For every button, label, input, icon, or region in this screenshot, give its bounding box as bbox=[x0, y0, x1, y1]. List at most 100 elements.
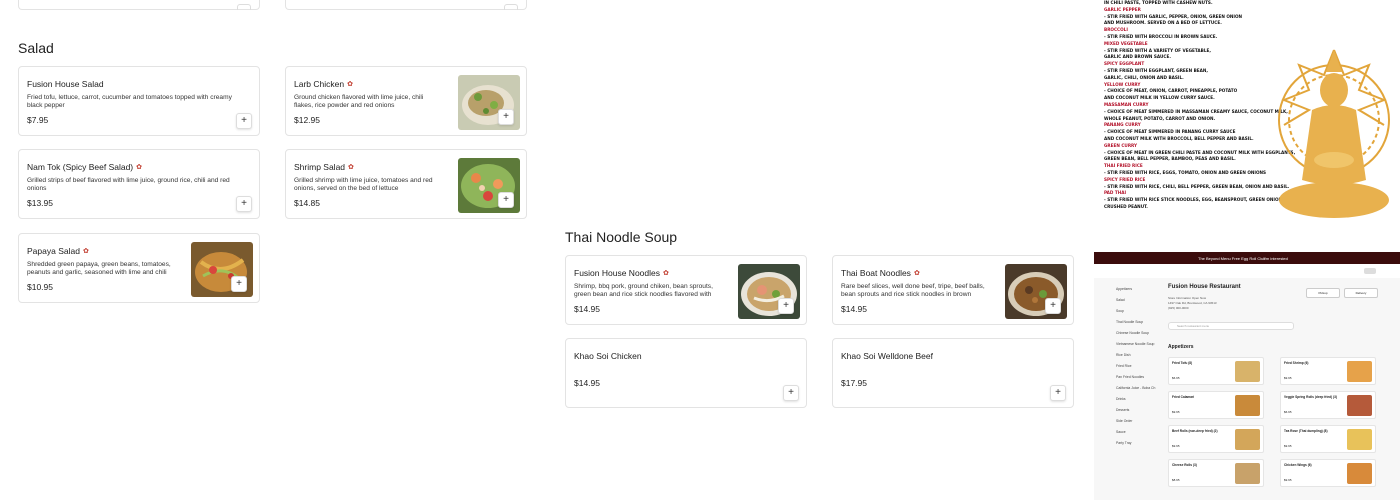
mini-sidebar-item[interactable]: California Juice - Boba Ch bbox=[1116, 383, 1162, 394]
chili-pepper-icon: ✿ bbox=[347, 81, 353, 88]
promo-banner-text: The Beyond Menu Free Egg Roll Club bbox=[1198, 256, 1266, 261]
menu-item-card[interactable]: Nam Tok (Spicy Beef Salad) ✿ Grilled stri… bbox=[18, 149, 260, 219]
previous-item-card bbox=[18, 0, 260, 10]
mini-sidebar-item[interactable]: Sauce bbox=[1116, 427, 1162, 438]
mini-card-title: Beef Rolls (non-deep fried) (2) bbox=[1172, 429, 1218, 433]
poster-line: IN CHILI PASTE, TOPPED WITH CASHEW NUTS. bbox=[1104, 0, 1213, 5]
mini-card-title: Fried Calamari bbox=[1172, 395, 1195, 399]
mini-sidebar-item[interactable]: Soup bbox=[1116, 306, 1162, 317]
mini-card-price: $9.95 bbox=[1284, 376, 1292, 380]
mini-sidebar-item[interactable]: Fried Rice bbox=[1116, 361, 1162, 372]
item-price: $7.95 bbox=[27, 115, 49, 125]
menu-item-card[interactable]: Papaya Salad ✿ Shredded green papaya, gre… bbox=[18, 233, 260, 303]
add-button-stub[interactable] bbox=[504, 4, 518, 10]
mini-menu-card[interactable]: Fried Calamari $9.95 bbox=[1168, 391, 1264, 419]
add-to-cart-button[interactable]: + bbox=[778, 298, 794, 314]
menu-item-card[interactable]: Khao Soi Chicken $14.95 + bbox=[565, 338, 807, 408]
item-price: $12.95 bbox=[294, 115, 320, 125]
mini-search-input[interactable]: Search restaurant menu bbox=[1168, 322, 1294, 330]
promo-banner[interactable]: The Beyond Menu Free Egg Roll Club I'm i… bbox=[1094, 252, 1400, 264]
item-description: Ground chicken flavored with lime juice,… bbox=[294, 94, 424, 109]
item-name: Larb Chicken ✿ bbox=[294, 79, 353, 89]
add-to-cart-button[interactable]: + bbox=[236, 113, 252, 129]
mini-restaurant-title: Fusion House Restaurant bbox=[1168, 284, 1241, 290]
mini-sidebar-item[interactable]: Appetizers bbox=[1116, 284, 1162, 295]
item-name: Thai Boat Noodles ✿ bbox=[841, 268, 920, 278]
add-to-cart-button[interactable]: + bbox=[236, 196, 252, 212]
menu-item-card[interactable]: Fusion House Salad Fried tofu, lettuce, … bbox=[18, 66, 260, 136]
item-price: $14.85 bbox=[294, 198, 320, 208]
mini-card-photo bbox=[1347, 361, 1372, 382]
mini-sidebar-item[interactable]: Rice Dish bbox=[1116, 350, 1162, 361]
mini-menu-card[interactable]: Tea Rose (Thai dumpling) (8) $9.95 bbox=[1280, 425, 1376, 453]
item-name: Khao Soi Welldone Beef bbox=[841, 351, 933, 361]
mini-menu-card[interactable]: Fried Shrimp (6) $9.95 bbox=[1280, 357, 1376, 385]
item-price: $14.95 bbox=[574, 378, 600, 388]
mini-card-price: $9.95 bbox=[1172, 410, 1180, 414]
poster-line: GARLIC PEPPER bbox=[1104, 6, 1141, 12]
chili-pepper-icon: ✿ bbox=[82, 248, 89, 255]
mini-menu-card[interactable]: Fried Tofu (8) $6.95 bbox=[1168, 357, 1264, 385]
menu-item-card[interactable]: Larb Chicken ✿ Ground chicken flavored wi… bbox=[285, 66, 527, 136]
menu-item-card[interactable]: Fusion House Noodles ✿ Shrimp, bbq pork, … bbox=[565, 255, 807, 325]
item-name: Papaya Salad ✿ bbox=[27, 246, 89, 256]
mini-sidebar-item[interactable]: Thai Noodle Soup bbox=[1116, 317, 1162, 328]
mini-sidebar-item[interactable]: Chinese Noodle Soup bbox=[1116, 328, 1162, 339]
mini-menu-card[interactable]: Cheese Rolls (3) $8.95 bbox=[1168, 459, 1264, 487]
item-price: $14.95 bbox=[574, 304, 600, 314]
chili-pepper-icon: ✿ bbox=[913, 270, 920, 277]
mini-topbar bbox=[1094, 264, 1400, 278]
add-to-cart-button[interactable]: + bbox=[498, 109, 514, 125]
mini-card-price: $9.95 bbox=[1172, 444, 1180, 448]
item-name: Fusion House Salad bbox=[27, 79, 104, 89]
mini-cart-icon[interactable] bbox=[1364, 268, 1376, 274]
menu-item-card[interactable]: Khao Soi Welldone Beef $17.95 + bbox=[832, 338, 1074, 408]
promo-banner-link[interactable]: I'm interested bbox=[1264, 256, 1288, 261]
mini-sidebar-item[interactable]: Party Tray bbox=[1116, 438, 1162, 449]
add-to-cart-button[interactable]: + bbox=[1045, 298, 1061, 314]
section-title-salad: Salad bbox=[18, 40, 54, 56]
item-description: Fried tofu, lettuce, carrot, cucumber an… bbox=[27, 94, 232, 109]
mini-menu-card[interactable]: Beef Rolls (non-deep fried) (2) $9.95 bbox=[1168, 425, 1264, 453]
menu-poster-image: IN CHILI PASTE, TOPPED WITH CASHEW NUTS.… bbox=[1094, 0, 1400, 252]
item-description: Grilled strips of beef flavored with lim… bbox=[27, 177, 230, 192]
mini-sidebar-item[interactable]: Salad bbox=[1116, 295, 1162, 306]
mini-card-title: Veggie Spring Rolls (deep fried) (3) bbox=[1284, 395, 1337, 399]
section-title-thai-noodle-soup: Thai Noodle Soup bbox=[565, 229, 678, 245]
item-name: Nam Tok (Spicy Beef Salad) ✿ bbox=[27, 162, 143, 172]
mini-delivery-toggle[interactable]: Delivery bbox=[1344, 288, 1378, 298]
mini-card-title: Tea Rose (Thai dumpling) (8) bbox=[1284, 429, 1328, 433]
mini-card-price: $6.95 bbox=[1284, 410, 1292, 414]
mini-card-photo bbox=[1347, 463, 1372, 484]
add-to-cart-button[interactable]: + bbox=[1050, 385, 1066, 401]
chili-pepper-icon: ✿ bbox=[663, 270, 669, 277]
mini-card-price: $9.95 bbox=[1284, 478, 1292, 482]
item-price: $14.95 bbox=[841, 304, 867, 314]
mini-store-info: Store Information Open Now 1497 Oak Rd, … bbox=[1168, 296, 1217, 311]
mini-sidebar-item[interactable]: Side Order bbox=[1116, 416, 1162, 427]
menu-item-card[interactable]: Shrimp Salad ✿ Grilled shrimp with lime j… bbox=[285, 149, 527, 219]
mini-menu-card[interactable]: Chicken Wings (6) $9.95 bbox=[1280, 459, 1376, 487]
add-button-stub[interactable] bbox=[237, 4, 251, 10]
menu-item-card[interactable]: Thai Boat Noodles ✿ Rare beef slices, wel… bbox=[832, 255, 1074, 325]
mini-sidebar-item[interactable]: Pan Fried Noodles bbox=[1116, 372, 1162, 383]
mini-card-photo bbox=[1235, 429, 1260, 450]
mini-sidebar-item[interactable]: Vietnamese Noodle Soup bbox=[1116, 339, 1162, 350]
mini-sidebar-item[interactable]: Desserts bbox=[1116, 405, 1162, 416]
mini-sidebar-item[interactable]: Drinks bbox=[1116, 394, 1162, 405]
add-to-cart-button[interactable]: + bbox=[231, 276, 247, 292]
mini-menu-card[interactable]: Veggie Spring Rolls (deep fried) (3) $6.9… bbox=[1280, 391, 1376, 419]
mini-info-line: (925) 000-0000 bbox=[1168, 306, 1189, 310]
item-price: $13.95 bbox=[27, 198, 53, 208]
mini-card-title: Chicken Wings (6) bbox=[1284, 463, 1312, 467]
add-to-cart-button[interactable]: + bbox=[498, 192, 514, 208]
item-price: $10.95 bbox=[27, 282, 53, 292]
item-price: $17.95 bbox=[841, 378, 867, 388]
mini-card-photo bbox=[1347, 395, 1372, 416]
mini-pickup-toggle[interactable]: Pickup bbox=[1306, 288, 1340, 298]
mini-card-price: $6.95 bbox=[1172, 376, 1180, 380]
mini-card-photo bbox=[1347, 429, 1372, 450]
mini-card-title: Cheese Rolls (3) bbox=[1172, 463, 1197, 467]
mini-card-photo bbox=[1235, 463, 1260, 484]
add-to-cart-button[interactable]: + bbox=[783, 385, 799, 401]
